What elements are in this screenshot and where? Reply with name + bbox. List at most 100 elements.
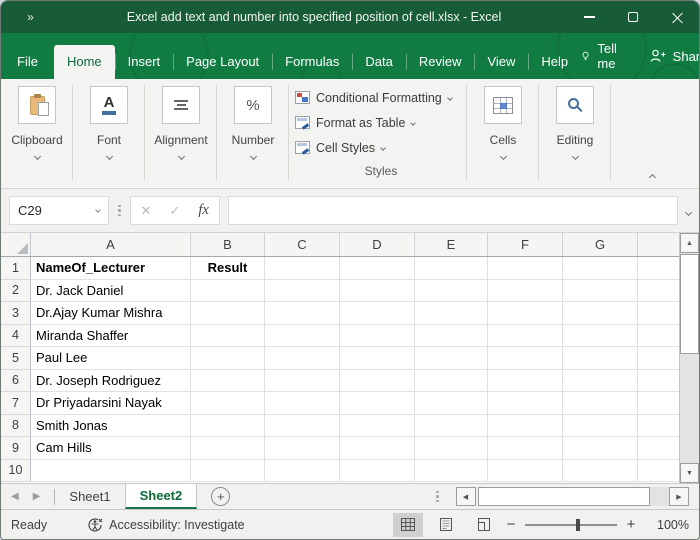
number-group[interactable]: % Number: [217, 79, 289, 188]
editing-group[interactable]: Editing: [539, 79, 611, 188]
column-header-C[interactable]: C: [265, 233, 340, 256]
cell-D3[interactable]: [340, 302, 415, 325]
horizontal-scrollbar[interactable]: ◀ ▶: [456, 487, 690, 507]
vertical-scroll-track[interactable]: [680, 354, 699, 463]
horizontal-scroll-track[interactable]: [650, 487, 670, 506]
cell-partial-9[interactable]: [638, 437, 679, 460]
cell-A6[interactable]: Dr. Joseph Rodriguez: [31, 370, 191, 393]
vertical-scroll-thumb[interactable]: [680, 254, 699, 354]
cell-D7[interactable]: [340, 392, 415, 415]
next-sheet-icon[interactable]: ▶: [33, 491, 41, 502]
column-header-B[interactable]: B: [191, 233, 265, 256]
cell-C3[interactable]: [265, 302, 340, 325]
tab-review[interactable]: Review: [406, 45, 475, 79]
scroll-left-button[interactable]: ◀: [456, 487, 476, 506]
quick-access-toolbar-icon[interactable]: »: [1, 10, 61, 24]
column-header-F[interactable]: F: [488, 233, 563, 256]
cell-F9[interactable]: [488, 437, 563, 460]
row-header-3[interactable]: 3: [1, 302, 31, 325]
cell-G7[interactable]: [563, 392, 638, 415]
cell-G9[interactable]: [563, 437, 638, 460]
cell-B2[interactable]: [191, 280, 265, 303]
cell-partial-2[interactable]: [638, 280, 679, 303]
name-box[interactable]: C29: [9, 196, 109, 225]
cell-C7[interactable]: [265, 392, 340, 415]
page-break-preview-button[interactable]: [469, 513, 499, 537]
column-header-D[interactable]: D: [340, 233, 415, 256]
cell-E2[interactable]: [415, 280, 488, 303]
column-header-A[interactable]: A: [31, 233, 191, 256]
cell-G5[interactable]: [563, 347, 638, 370]
minimize-button[interactable]: [567, 1, 611, 33]
cell-C5[interactable]: [265, 347, 340, 370]
select-all-button[interactable]: [1, 233, 31, 256]
cell-C8[interactable]: [265, 415, 340, 438]
cell-E9[interactable]: [415, 437, 488, 460]
cell-F10[interactable]: [488, 460, 563, 483]
cell-D6[interactable]: [340, 370, 415, 393]
cell-A3[interactable]: Dr.Ajay Kumar Mishra: [31, 302, 191, 325]
zoom-slider-thumb[interactable]: [576, 519, 580, 531]
cell-C10[interactable]: [265, 460, 340, 483]
cell-C9[interactable]: [265, 437, 340, 460]
cell-A1[interactable]: NameOf_Lecturer: [31, 257, 191, 280]
cell-G8[interactable]: [563, 415, 638, 438]
cell-partial-5[interactable]: [638, 347, 679, 370]
alignment-button[interactable]: [162, 86, 200, 124]
cell-C1[interactable]: [265, 257, 340, 280]
cell-G4[interactable]: [563, 325, 638, 348]
tab-insert[interactable]: Insert: [115, 45, 174, 79]
scroll-up-button[interactable]: ▲: [680, 233, 699, 253]
zoom-out-button[interactable]: −: [499, 516, 523, 533]
cell-partial-10[interactable]: [638, 460, 679, 483]
formula-input[interactable]: [228, 196, 678, 225]
formula-bar-grip[interactable]: [118, 205, 121, 217]
cell-A7[interactable]: Dr Priyadarsini Nayak: [31, 392, 191, 415]
cell-G2[interactable]: [563, 280, 638, 303]
cell-E10[interactable]: [415, 460, 488, 483]
cells-group[interactable]: Cells: [467, 79, 539, 188]
number-button[interactable]: %: [234, 86, 272, 124]
font-group[interactable]: A Font: [73, 79, 145, 188]
cell-B8[interactable]: [191, 415, 265, 438]
format-as-table-button[interactable]: Format as Table: [295, 110, 467, 135]
cell-B9[interactable]: [191, 437, 265, 460]
new-sheet-button[interactable]: +: [211, 487, 230, 506]
column-header-partial[interactable]: [638, 233, 679, 256]
row-header-5[interactable]: 5: [1, 347, 31, 370]
row-header-10[interactable]: 10: [1, 460, 31, 483]
cell-D5[interactable]: [340, 347, 415, 370]
cell-B3[interactable]: [191, 302, 265, 325]
cell-E4[interactable]: [415, 325, 488, 348]
cell-partial-8[interactable]: [638, 415, 679, 438]
row-header-6[interactable]: 6: [1, 370, 31, 393]
cell-E5[interactable]: [415, 347, 488, 370]
cell-F1[interactable]: [488, 257, 563, 280]
tab-sheet2[interactable]: Sheet2: [125, 484, 198, 509]
cell-partial-6[interactable]: [638, 370, 679, 393]
page-layout-view-button[interactable]: [431, 513, 461, 537]
chevron-down-icon[interactable]: [105, 153, 112, 160]
cell-E7[interactable]: [415, 392, 488, 415]
row-header-9[interactable]: 9: [1, 437, 31, 460]
row-header-7[interactable]: 7: [1, 392, 31, 415]
row-header-1[interactable]: 1: [1, 257, 31, 280]
tab-home[interactable]: Home: [54, 45, 115, 79]
vertical-scrollbar[interactable]: ▲ ▼: [679, 233, 699, 483]
collapse-ribbon-icon[interactable]: [649, 174, 656, 181]
clipboard-group[interactable]: Clipboard: [1, 79, 73, 188]
tab-view[interactable]: View: [474, 45, 528, 79]
conditional-formatting-button[interactable]: Conditional Formatting: [295, 85, 467, 110]
chevron-down-icon[interactable]: [571, 153, 578, 160]
name-box-dropdown-icon[interactable]: [95, 207, 101, 213]
row-header-4[interactable]: 4: [1, 325, 31, 348]
zoom-in-button[interactable]: +: [619, 516, 643, 533]
cell-C4[interactable]: [265, 325, 340, 348]
paste-button[interactable]: [18, 86, 56, 124]
tab-page-layout[interactable]: Page Layout: [173, 45, 272, 79]
cell-B1[interactable]: Result: [191, 257, 265, 280]
cell-D1[interactable]: [340, 257, 415, 280]
cell-D4[interactable]: [340, 325, 415, 348]
cell-F5[interactable]: [488, 347, 563, 370]
row-header-8[interactable]: 8: [1, 415, 31, 438]
